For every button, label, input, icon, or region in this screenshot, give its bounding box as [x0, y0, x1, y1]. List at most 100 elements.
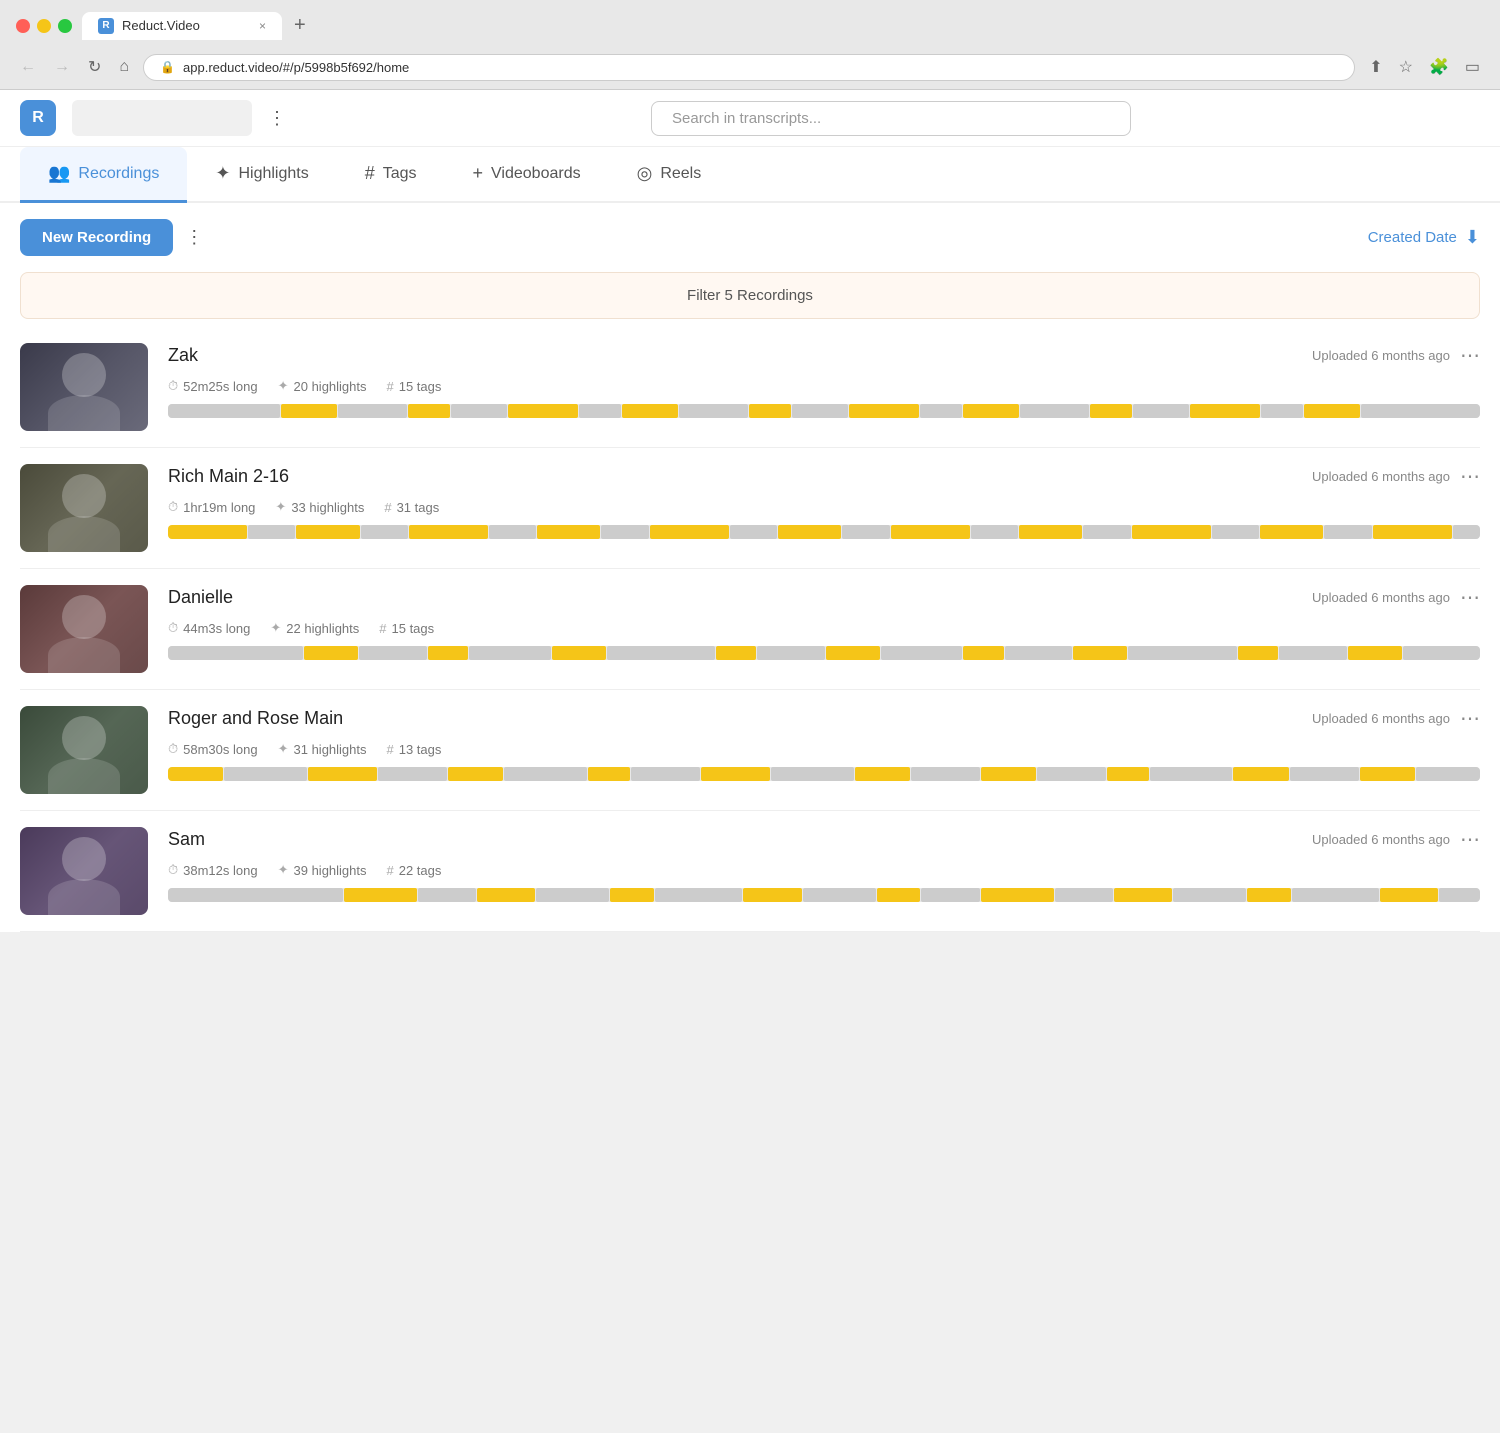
tab-videoboards[interactable]: + Videoboards [445, 147, 609, 203]
workspace-selector[interactable] [72, 100, 252, 136]
recording-title-zak[interactable]: Zak [168, 345, 198, 366]
close-window-btn[interactable] [16, 19, 30, 33]
recording-thumbnail-sam[interactable] [20, 827, 148, 915]
timeline-segment [1005, 646, 1073, 660]
thumb-person-silhouette [62, 353, 106, 397]
highlights-value-roger: 31 highlights [294, 742, 367, 757]
thumb-inner [20, 343, 148, 431]
recording-main-sam[interactable]: Sam Uploaded 6 months ago ⋯ ⏱ 38m12s lon… [20, 827, 1480, 915]
timeline-segment [1453, 525, 1480, 539]
timeline-segment [716, 646, 757, 660]
recording-main-danielle[interactable]: Danielle Uploaded 6 months ago ⋯ ⏱ 44m3s… [20, 585, 1480, 673]
timeline-segment [1439, 888, 1480, 902]
recording-options-btn-danielle[interactable]: ⋯ [1460, 585, 1480, 610]
recording-thumbnail-zak[interactable] [20, 343, 148, 431]
filter-bar: Filter 5 Recordings [20, 272, 1480, 319]
app-logo: R [20, 100, 56, 136]
recording-options-btn-roger[interactable]: ⋯ [1460, 706, 1480, 731]
timeline-segment [1260, 525, 1323, 539]
clock-icon: ⏱ [168, 378, 178, 394]
timeline-segment [338, 404, 408, 418]
highlights-stat-roger: ✦ 31 highlights [278, 741, 367, 757]
timeline-segment [730, 525, 777, 539]
timeline-segment [1361, 404, 1480, 418]
timeline-segment [552, 646, 606, 660]
toolbar: New Recording ⋮ Created Date ⬇ [0, 203, 1500, 272]
recording-title-danielle[interactable]: Danielle [168, 587, 233, 608]
tab-recordings[interactable]: 👥 Recordings [20, 147, 187, 203]
header-menu-btn[interactable]: ⋮ [268, 108, 286, 129]
recording-item-danielle: Danielle Uploaded 6 months ago ⋯ ⏱ 44m3s… [20, 569, 1480, 690]
recording-options-btn-zak[interactable]: ⋯ [1460, 343, 1480, 368]
search-input[interactable]: Search in transcripts... [651, 101, 1131, 136]
nav-refresh-btn[interactable]: ↻ [84, 53, 105, 81]
timeline-segment [296, 525, 359, 539]
recording-main-roger[interactable]: Roger and Rose Main Uploaded 6 months ag… [20, 706, 1480, 794]
recording-upload-time-danielle: Uploaded 6 months ago [1312, 590, 1450, 605]
address-bar[interactable]: 🔒 app.reduct.video/#/p/5998b5f692/home [143, 54, 1355, 81]
nav-forward-btn[interactable]: → [50, 54, 74, 80]
thumb-person-silhouette [62, 595, 106, 639]
maximize-window-btn[interactable] [58, 19, 72, 33]
recording-meta-right: Uploaded 6 months ago ⋯ [1312, 343, 1480, 368]
timeline-segment [1279, 646, 1347, 660]
recording-info-roger: Roger and Rose Main Uploaded 6 months ag… [168, 706, 1480, 781]
browser-tab-active[interactable]: R Reduct.Video × [82, 12, 282, 40]
sidebar-toggle-btn[interactable]: ▭ [1461, 53, 1484, 81]
recording-thumbnail-roger[interactable] [20, 706, 148, 794]
thumb-inner [20, 464, 148, 552]
thumb-person-silhouette [62, 716, 106, 760]
extensions-icon[interactable]: 🧩 [1425, 53, 1453, 81]
recording-title-row: Zak Uploaded 6 months ago ⋯ [168, 343, 1480, 368]
timeline-segment [418, 888, 476, 902]
recording-title-rich[interactable]: Rich Main 2-16 [168, 466, 289, 487]
new-tab-btn[interactable]: + [286, 10, 314, 41]
thumb-body-silhouette [48, 637, 120, 673]
recording-options-btn-sam[interactable]: ⋯ [1460, 827, 1480, 852]
timeline-segment [1107, 767, 1148, 781]
recording-upload-time-roger: Uploaded 6 months ago [1312, 711, 1450, 726]
clock-icon: ⏱ [168, 620, 178, 636]
videoboards-icon: + [473, 163, 484, 184]
minimize-window-btn[interactable] [37, 19, 51, 33]
timeline-segment [757, 646, 825, 660]
timeline-segment [1416, 767, 1480, 781]
filter-text: Filter 5 Recordings [687, 287, 813, 304]
recording-thumbnail-rich[interactable] [20, 464, 148, 552]
nav-home-btn[interactable]: ⌂ [115, 54, 133, 80]
duration-stat-roger: ⏱ 58m30s long [168, 741, 258, 757]
tab-tags[interactable]: # Tags [337, 147, 445, 203]
recording-timeline-zak [168, 404, 1480, 418]
duration-value-sam: 38m12s long [183, 863, 257, 878]
thumb-inner [20, 827, 148, 915]
share-icon[interactable]: ⬆ [1365, 53, 1386, 81]
new-recording-btn[interactable]: New Recording [20, 219, 173, 256]
recording-title-roger[interactable]: Roger and Rose Main [168, 708, 343, 729]
sort-direction-icon[interactable]: ⬇ [1465, 227, 1480, 248]
bookmark-icon[interactable]: ☆ [1395, 53, 1417, 81]
tab-reels-label: Reels [660, 165, 701, 183]
timeline-segment [1290, 767, 1359, 781]
tab-videoboards-label: Videoboards [491, 165, 581, 183]
recording-main-zak[interactable]: Zak Uploaded 6 months ago ⋯ ⏱ 52m25s lon… [20, 343, 1480, 431]
recording-thumbnail-danielle[interactable] [20, 585, 148, 673]
thumb-body-silhouette [48, 758, 120, 794]
recording-title-sam[interactable]: Sam [168, 829, 205, 850]
recording-options-btn-rich[interactable]: ⋯ [1460, 464, 1480, 489]
browser-nav-icons: ⬆ ☆ 🧩 ▭ [1365, 53, 1484, 81]
timeline-segment [1020, 404, 1090, 418]
sort-label[interactable]: Created Date [1368, 229, 1457, 246]
recording-main-rich[interactable]: Rich Main 2-16 Uploaded 6 months ago ⋯ ⏱… [20, 464, 1480, 552]
timeline-segment [168, 767, 223, 781]
tab-highlights[interactable]: ✦ Highlights [187, 147, 336, 203]
highlights-stat-danielle: ✦ 22 highlights [270, 620, 359, 636]
tags-value-danielle: 15 tags [392, 621, 435, 636]
timeline-segment [921, 888, 979, 902]
tab-reels[interactable]: ◎ Reels [609, 147, 730, 203]
tab-close-btn[interactable]: × [259, 19, 266, 33]
toolbar-menu-btn[interactable]: ⋮ [185, 227, 203, 248]
thumb-inner [20, 706, 148, 794]
nav-back-btn[interactable]: ← [16, 54, 40, 80]
timeline-segment [537, 525, 600, 539]
tag-icon: # [387, 863, 394, 878]
